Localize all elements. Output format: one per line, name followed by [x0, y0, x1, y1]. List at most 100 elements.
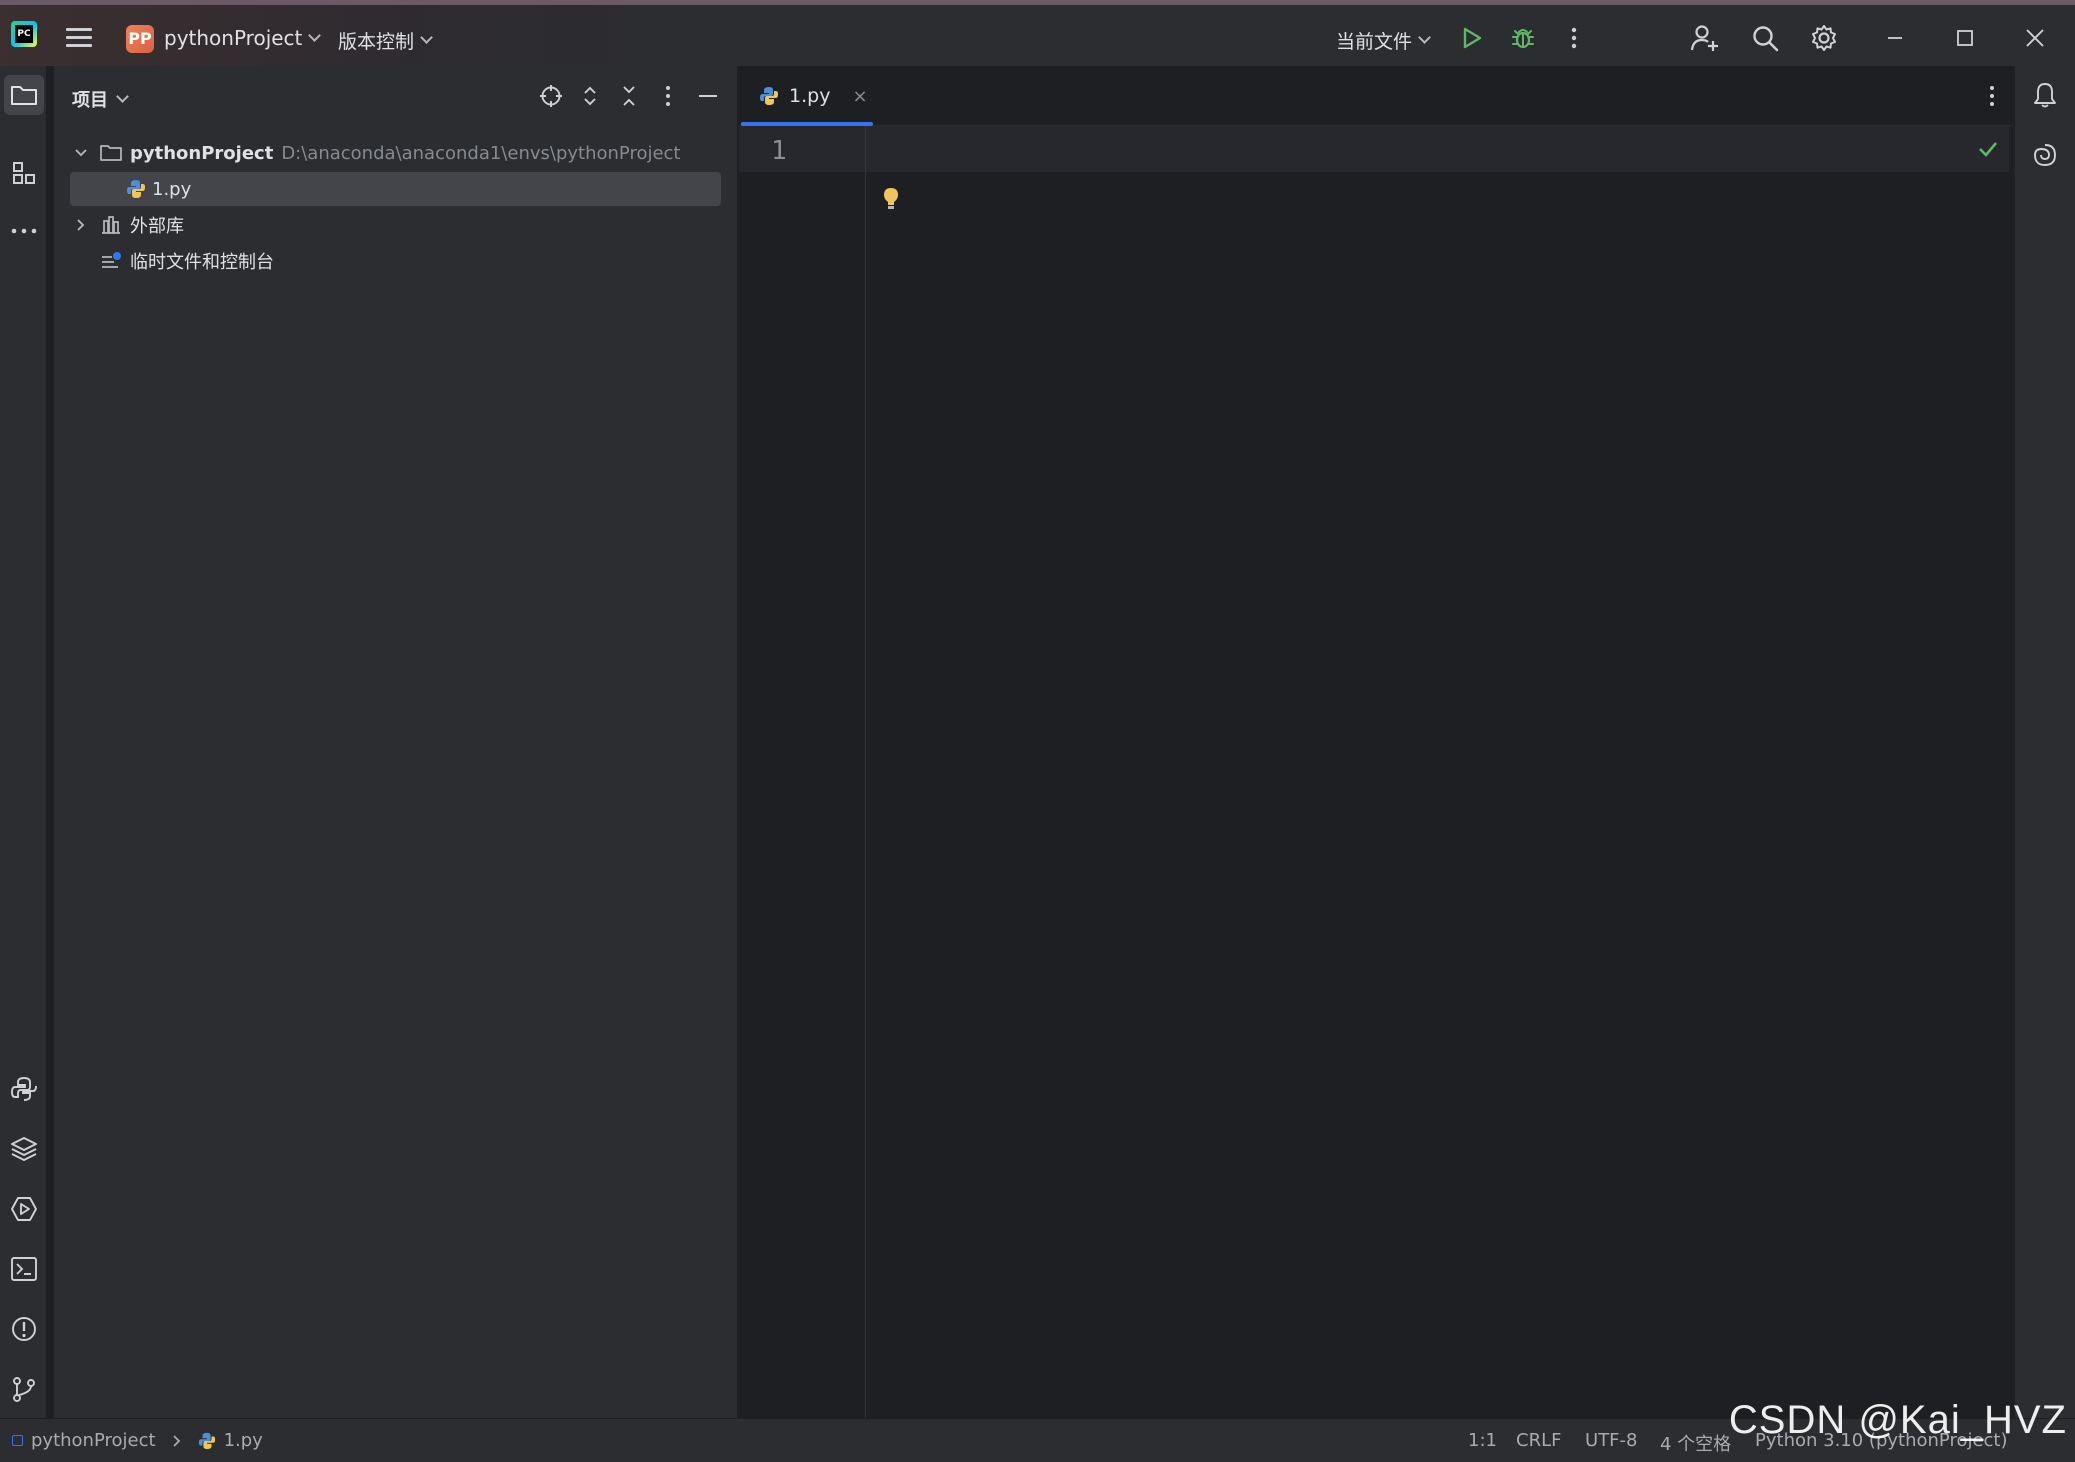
hide-icon — [699, 95, 717, 97]
more-actions-button[interactable] — [1559, 23, 1589, 53]
structure-tool-button[interactable] — [4, 153, 44, 193]
chevron-down-icon — [116, 89, 129, 103]
gear-icon — [1812, 25, 1836, 51]
layers-icon — [11, 1137, 37, 1161]
chevron-down-icon[interactable] — [70, 146, 92, 160]
line-separator[interactable]: CRLF — [1516, 1430, 1561, 1451]
services-icon — [11, 1197, 37, 1221]
notifications-button[interactable] — [2025, 75, 2065, 115]
minimize-icon — [1888, 37, 1902, 39]
chevron-down-icon — [420, 31, 433, 44]
main-menu-button[interactable] — [66, 25, 92, 49]
git-tool-button[interactable] — [4, 1369, 44, 1409]
vcs-label: 版本控制 — [338, 31, 415, 53]
more-horizontal-icon — [11, 228, 37, 234]
python-file-icon — [198, 1432, 215, 1449]
tree-item-scratches[interactable]: 临时文件和控制台 — [70, 244, 274, 278]
more-vertical-icon — [1571, 27, 1577, 49]
expand-all-icon — [584, 86, 596, 106]
debug-button[interactable] — [1508, 23, 1538, 53]
locate-icon — [540, 85, 562, 107]
project-badge[interactable]: PP — [126, 25, 154, 53]
terminal-tool-button[interactable] — [4, 1249, 44, 1289]
bell-icon — [2034, 83, 2056, 108]
project-tool-button[interactable] — [4, 75, 44, 115]
tab-label: 1.py — [789, 85, 831, 107]
project-name-label: pythonProject — [164, 26, 303, 50]
editor-tab-bar: 1.py × — [739, 66, 2013, 126]
tree-item-external-libraries[interactable]: 外部库 — [70, 208, 184, 242]
run-button[interactable] — [1457, 23, 1487, 53]
current-line-highlight — [739, 126, 2009, 172]
editor-tabs-options-button[interactable] — [1989, 85, 1995, 111]
python-file-icon — [127, 180, 145, 198]
gutter-separator — [865, 126, 866, 1418]
add-user-icon — [1690, 25, 1718, 51]
run-config-label: 当前文件 — [1336, 31, 1413, 53]
maximize-icon — [1957, 30, 1973, 46]
close-window-button[interactable] — [2020, 23, 2050, 53]
search-button[interactable] — [1750, 23, 1780, 53]
project-root-path: D:\anaconda\anaconda1\envs\pythonProject — [281, 142, 681, 164]
pycharm-logo-icon: PC — [11, 21, 37, 47]
maximize-button[interactable] — [1950, 23, 1980, 53]
run-config-selector[interactable]: 当前文件 — [1336, 27, 1431, 54]
hide-panel-button[interactable] — [694, 82, 722, 110]
services-tool-button[interactable] — [4, 1189, 44, 1229]
breadcrumb: pythonProject 1.py — [12, 1430, 263, 1451]
project-panel: 项目 pythonProject D:\anaconda\anaconda1\e… — [54, 66, 738, 1418]
project-view-selector[interactable]: 项目 — [72, 86, 129, 112]
panel-title: 项目 — [72, 90, 108, 111]
ai-assistant-icon — [2034, 144, 2056, 166]
layers-tool-button[interactable] — [4, 1129, 44, 1169]
code-with-me-button[interactable] — [1690, 23, 1720, 53]
chevron-down-icon — [308, 28, 322, 42]
chevron-down-icon — [1418, 31, 1431, 44]
tab-close-icon[interactable]: × — [852, 86, 867, 107]
run-icon — [1463, 27, 1482, 49]
file-encoding[interactable]: UTF-8 — [1585, 1430, 1637, 1451]
locate-file-button[interactable] — [537, 82, 565, 110]
indent-setting[interactable]: 4 个空格 — [1660, 1430, 1731, 1456]
right-tool-strip — [2014, 66, 2075, 1418]
vcs-menu[interactable]: 版本控制 — [338, 27, 433, 54]
chevron-right-icon — [172, 1434, 180, 1447]
more-tools-button[interactable] — [4, 211, 44, 251]
ai-assistant-button[interactable] — [2025, 135, 2065, 175]
hamburger-icon — [66, 28, 92, 31]
folder-icon — [100, 145, 122, 161]
settings-button[interactable] — [1809, 23, 1839, 53]
editor-area[interactable]: 1.py × 1 — [739, 66, 2013, 1418]
more-vertical-icon — [666, 86, 670, 106]
tree-item-project-root[interactable]: pythonProject D:\anaconda\anaconda1\envs… — [70, 136, 681, 170]
module-icon — [12, 1435, 23, 1446]
left-tool-strip — [0, 66, 47, 1418]
panel-options-button[interactable] — [654, 82, 682, 110]
caret-position[interactable]: 1:1 — [1468, 1430, 1497, 1451]
structure-icon — [13, 162, 35, 184]
breadcrumb-file[interactable]: 1.py — [224, 1430, 263, 1451]
collapse-all-button[interactable] — [615, 82, 643, 110]
external-libraries-label: 外部库 — [130, 216, 184, 237]
breadcrumb-project[interactable]: pythonProject — [31, 1430, 156, 1451]
python-interpreter[interactable]: Python 3.10 (pythonProject) — [1755, 1430, 2008, 1451]
minimize-button[interactable] — [1880, 23, 1910, 53]
chevron-right-icon[interactable] — [70, 218, 92, 232]
project-switcher[interactable]: pythonProject — [164, 26, 322, 50]
project-root-label: pythonProject — [130, 142, 274, 164]
tree-item-file[interactable]: 1.py — [70, 172, 721, 206]
check-icon[interactable] — [1977, 138, 1999, 160]
title-bar: PC PP pythonProject 版本控制 当前文件 — [0, 0, 2075, 66]
expand-all-button[interactable] — [576, 82, 604, 110]
search-icon — [1753, 26, 1779, 52]
problems-tool-button[interactable] — [4, 1309, 44, 1349]
line-number: 1 — [771, 136, 787, 166]
python-packages-button[interactable] — [4, 1069, 44, 1109]
folder-icon — [11, 86, 37, 105]
lightbulb-icon[interactable] — [881, 186, 901, 212]
problems-icon — [12, 1317, 36, 1341]
more-vertical-icon — [1990, 86, 1994, 106]
file-label: 1.py — [152, 178, 192, 200]
editor-tab-file[interactable]: 1.py × — [739, 66, 873, 126]
status-bar: pythonProject 1.py 1:1 CRLF UTF-8 4 个空格 … — [0, 1418, 2075, 1462]
